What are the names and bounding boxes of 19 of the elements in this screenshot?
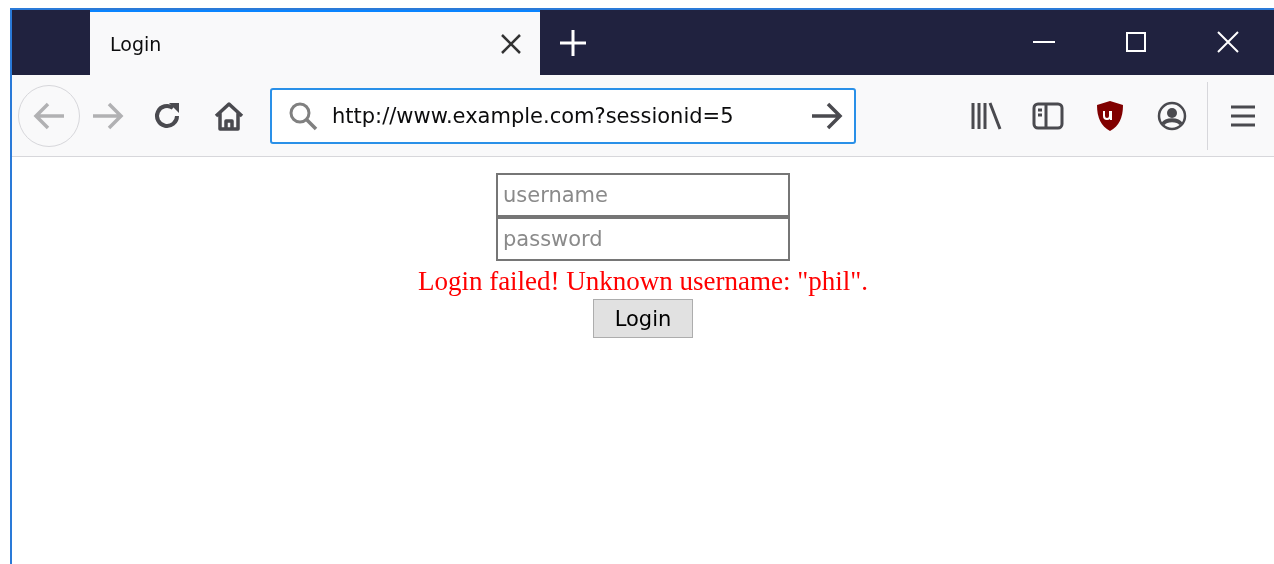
reload-icon	[152, 100, 182, 131]
address-bar[interactable]: http://www.example.com?sessionid=5	[270, 87, 856, 144]
error-message: Login failed! Unknown username: "phil".	[417, 266, 869, 297]
close-icon	[1217, 30, 1239, 53]
minimize-icon	[1033, 39, 1055, 44]
login-button[interactable]: Login	[593, 299, 693, 338]
go-arrow-icon[interactable]	[810, 100, 844, 131]
url-field[interactable]: http://www.example.com?sessionid=5	[332, 103, 796, 128]
back-arrow-icon	[32, 100, 66, 131]
maximize-icon	[1126, 31, 1146, 52]
forward-arrow-icon	[91, 100, 125, 131]
browser-tab[interactable]: Login	[90, 10, 540, 75]
search-icon	[288, 100, 318, 131]
close-icon[interactable]	[500, 32, 522, 55]
password-field[interactable]: password	[496, 217, 790, 261]
plus-icon	[559, 28, 587, 57]
home-icon	[213, 100, 245, 131]
username-field[interactable]: username	[496, 173, 790, 217]
tab-title: Login	[110, 32, 163, 55]
